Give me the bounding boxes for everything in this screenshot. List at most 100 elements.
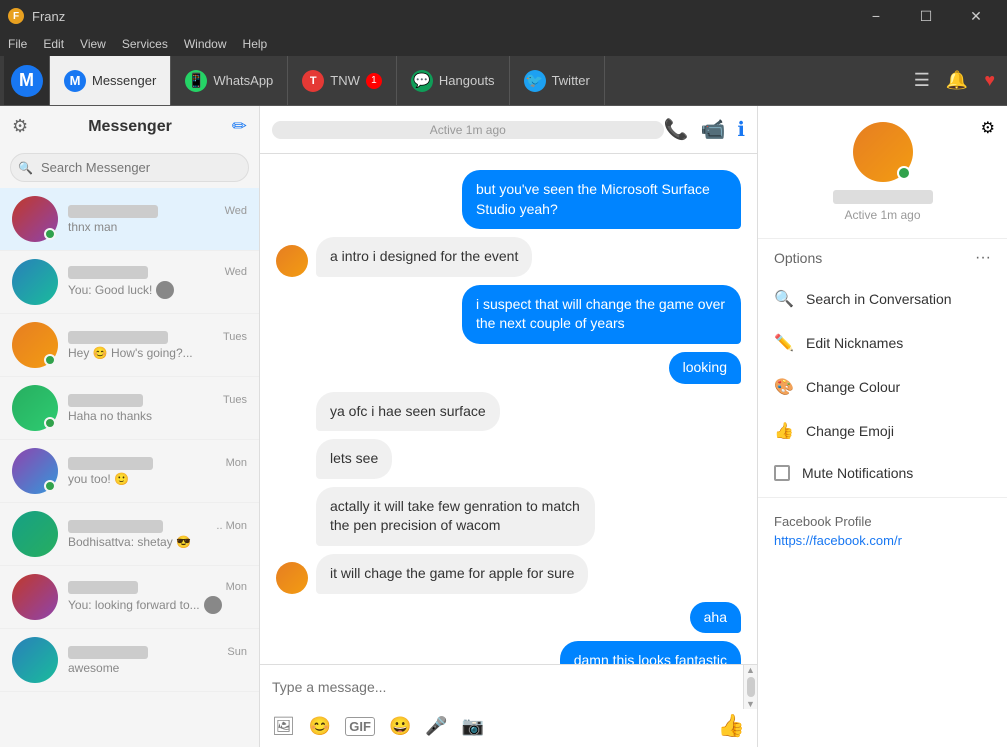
online-indicator (44, 480, 56, 492)
contact-item[interactable]: Mon You: looking forward to... (0, 566, 259, 629)
sidebar-header: ⚙ Messenger ✏ (0, 106, 259, 147)
change-colour-icon: 🎨 (774, 377, 794, 397)
contact-item[interactable]: .. Mon Bodhisattva: shetay 😎 (0, 503, 259, 566)
contact-preview: You: looking forward to... (68, 596, 247, 614)
titlebar: F Franz − ☐ ✕ (0, 0, 1007, 32)
contact-name-row: Wed (68, 266, 247, 279)
avatar-wrap (12, 637, 58, 683)
menu-view[interactable]: View (80, 37, 106, 51)
maximize-button[interactable]: ☐ (903, 0, 949, 32)
info-icon[interactable]: ℹ (737, 117, 745, 142)
close-button[interactable]: ✕ (953, 0, 999, 32)
contact-time: Mon (226, 457, 247, 469)
fb-profile-link[interactable]: https://facebook.com/r (774, 533, 991, 548)
contact-item[interactable]: Wed You: Good luck! (0, 251, 259, 314)
avatar-wrap (12, 385, 58, 431)
message-bubble: it will chage the game for apple for sur… (316, 554, 588, 594)
menu-services[interactable]: Services (122, 37, 168, 51)
message-bubble: i suspect that will change the game over… (462, 285, 741, 344)
scroll-down-arrow[interactable]: ▼ (746, 699, 755, 709)
profile-name (833, 190, 933, 204)
option-mute[interactable]: Mute Notifications (758, 453, 1007, 493)
compose-icon[interactable]: ✏ (232, 116, 247, 137)
tab-twitter[interactable]: 🐦 Twitter (510, 56, 605, 105)
contact-name (68, 266, 148, 279)
sender-avatar (276, 245, 308, 277)
tab-tnw[interactable]: T TNW 1 (288, 56, 397, 105)
video-icon[interactable]: 📹 (700, 117, 725, 142)
tabbar-right: ☰ 🔔 ♥ (914, 70, 1003, 91)
send-button[interactable]: 👍 (718, 713, 745, 739)
main-area: ⚙ Messenger ✏ Wed thnx ma (0, 106, 1007, 747)
contact-name (68, 331, 168, 344)
option-nicknames[interactable]: ✏️ Edit Nicknames (758, 321, 1007, 365)
options-more-icon[interactable]: ··· (975, 249, 991, 267)
contact-name-row: Mon (68, 457, 247, 470)
avatar-wrap (12, 448, 58, 494)
message-bubble: but you've seen the Microsoft Surface St… (462, 170, 741, 229)
contact-item[interactable]: Tues Hey 😊 How's going?... (0, 314, 259, 377)
sticker-icon[interactable]: 😊 (309, 716, 331, 737)
chat-status: Active 1m ago (272, 121, 664, 139)
contact-time: Sun (227, 646, 247, 658)
search-input[interactable] (10, 153, 249, 182)
minimize-button[interactable]: − (853, 0, 899, 32)
tab-whatsapp[interactable]: 📱 WhatsApp (171, 56, 288, 105)
contact-item[interactable]: Mon you too! 🙂 (0, 440, 259, 503)
tab-messenger[interactable]: M Messenger (50, 56, 171, 105)
hamburger-icon[interactable]: ☰ (914, 70, 930, 91)
contact-item[interactable]: Wed thnx man (0, 188, 259, 251)
contact-item[interactable]: Tues Haha no thanks (0, 377, 259, 440)
message-bubble: damn this looks fantastic (560, 641, 741, 664)
message-bubble: ya ofc i hae seen surface (316, 392, 500, 432)
contact-name (68, 457, 153, 470)
tab-whatsapp-label: WhatsApp (213, 73, 273, 88)
scroll-up-arrow[interactable]: ▲ (746, 665, 755, 675)
settings-icon[interactable]: ⚙ (12, 116, 28, 137)
sidebar-search (0, 147, 259, 188)
fb-profile-section: Facebook Profile https://facebook.com/r (758, 502, 1007, 560)
heart-icon[interactable]: ♥ (984, 70, 995, 91)
menu-file[interactable]: File (8, 37, 27, 51)
emoji-icon[interactable]: 😀 (389, 716, 411, 737)
contact-name-row: .. Mon (68, 520, 247, 533)
menu-help[interactable]: Help (243, 37, 268, 51)
online-indicator (44, 417, 56, 429)
image-icon[interactable]: 🖼 (272, 716, 295, 737)
chat-input-area: ▲ ▼ 🖼 😊 GIF 😀 🎤 📷 👍 (260, 664, 757, 747)
option-search[interactable]: 🔍 Search in Conversation (758, 277, 1007, 321)
sender-avatar (276, 562, 308, 594)
scroll-thumb (747, 677, 755, 697)
tab-home[interactable]: M (4, 56, 50, 105)
tab-hangouts[interactable]: 💬 Hangouts (397, 56, 510, 105)
menu-edit[interactable]: Edit (43, 37, 64, 51)
gif-icon[interactable]: GIF (345, 717, 375, 736)
camera-icon[interactable]: 📷 (462, 716, 484, 737)
message-row: aha (276, 602, 741, 634)
contact-item[interactable]: Sun awesome (0, 629, 259, 692)
contact-preview: Bodhisattva: shetay 😎 (68, 535, 247, 549)
tab-messenger-label: Messenger (92, 73, 156, 88)
titlebar-title: Franz (32, 9, 65, 24)
option-colour[interactable]: 🎨 Change Colour (758, 365, 1007, 409)
right-panel: ⚙ Active 1m ago Options ··· 🔍 Search in … (757, 106, 1007, 747)
change-emoji-icon: 👍 (774, 421, 794, 441)
online-indicator (44, 228, 56, 240)
bell-icon[interactable]: 🔔 (946, 70, 968, 91)
avatar-wrap (12, 574, 58, 620)
menu-window[interactable]: Window (184, 37, 227, 51)
message-row: damn this looks fantastic (276, 641, 741, 664)
profile-settings-icon[interactable]: ⚙ (981, 118, 995, 138)
mic-icon[interactable]: 🎤 (425, 716, 447, 737)
avatar (12, 637, 58, 683)
contact-time: Wed (225, 266, 247, 278)
message-row: lets see (276, 439, 741, 479)
profile-online-indicator (897, 166, 911, 180)
contact-info: Tues Haha no thanks (68, 394, 247, 423)
option-emoji[interactable]: 👍 Change Emoji (758, 409, 1007, 453)
profile-avatar-wrap (853, 122, 913, 182)
phone-icon[interactable]: 📞 (664, 117, 689, 142)
contact-preview: thnx man (68, 220, 247, 234)
contact-time: Wed (225, 205, 247, 217)
message-input[interactable] (272, 675, 731, 699)
